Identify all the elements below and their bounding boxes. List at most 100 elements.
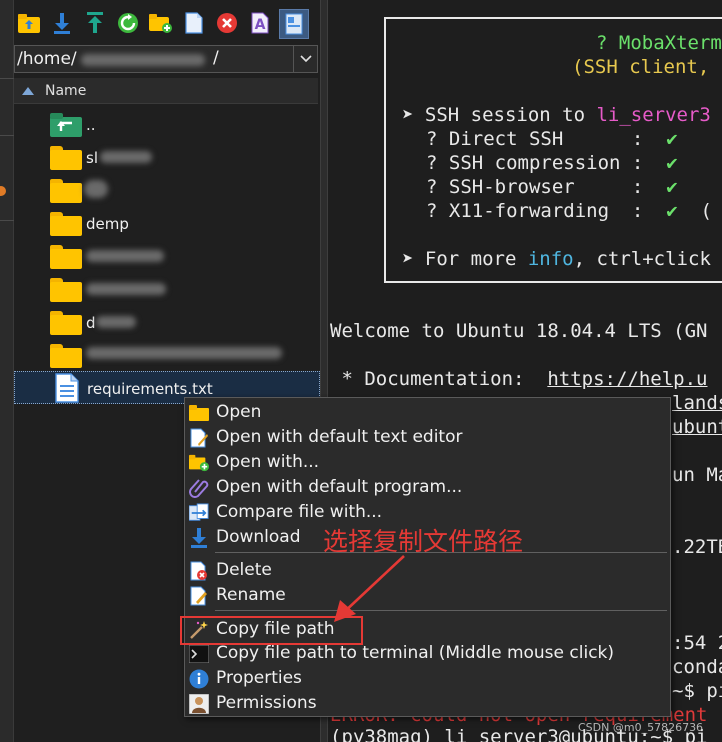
annotation-arrow <box>334 555 405 622</box>
conda-line: conda <box>672 656 722 678</box>
doc-label: * Documentation: <box>330 368 548 390</box>
support-link[interactable]: ubuntu <box>672 416 722 438</box>
menu-item-label: Open <box>216 402 262 422</box>
check-icon: ✔ <box>666 200 678 222</box>
folder-icon <box>50 276 82 302</box>
session-prefix: ➤ SSH session to <box>402 104 597 126</box>
file-name: demp <box>86 215 129 233</box>
menu-item-label: Delete <box>216 560 272 580</box>
parent-dir-icon[interactable] <box>17 10 41 36</box>
info-link[interactable]: info <box>528 248 574 270</box>
sysinfo-date: un Ma <box>672 464 722 486</box>
file-row[interactable]: sl <box>14 141 320 174</box>
menu-item-label: Open with default program... <box>216 477 463 497</box>
menu-item-permissions[interactable]: Permissions <box>185 691 670 716</box>
path-dropdown-button[interactable] <box>293 46 317 72</box>
annotation-highlight-box <box>180 616 363 645</box>
menu-item-label: Copy file path to terminal (Middle mouse… <box>216 643 615 663</box>
watermark: CSDN @m0_57826736 <box>578 721 704 734</box>
parent-folder-icon <box>50 111 82 141</box>
properties-icon[interactable] <box>279 9 309 39</box>
menu-item-label: Properties <box>216 668 302 688</box>
welcome-line: Welcome to Ubuntu 18.04.4 LTS (GN <box>330 320 708 342</box>
option-ssh-browser: ? SSH-browser : ✔ <box>426 176 678 198</box>
sftp-toolbar: A <box>14 6 320 40</box>
menu-item-open[interactable]: Open <box>185 400 670 425</box>
file-name: sl <box>86 149 98 167</box>
chevron-down-icon <box>299 55 312 63</box>
more-prefix: ➤ For more <box>402 248 528 270</box>
redaction-blur <box>96 316 136 328</box>
option-x11-forwarding: ? X11-forwarding : ✔ ( <box>426 200 712 222</box>
file-name: requirements.txt <box>87 380 213 398</box>
name-column-header[interactable]: Name <box>14 78 318 104</box>
menu-item-open-text-editor[interactable]: Open with default text editor <box>185 425 670 450</box>
file-row[interactable] <box>14 174 320 207</box>
doc-link[interactable]: https://help.u <box>547 368 707 390</box>
redaction-blur <box>84 180 108 198</box>
download-icon[interactable] <box>50 10 74 36</box>
menu-item-label: Open with... <box>216 452 320 472</box>
upload-icon[interactable] <box>83 10 107 36</box>
file-row[interactable] <box>14 339 320 372</box>
info-icon <box>189 669 209 689</box>
menu-item-rename[interactable]: Rename <box>185 583 670 608</box>
rename-icon[interactable]: A <box>248 10 272 36</box>
redaction-blur <box>100 151 152 163</box>
folder-icon <box>50 309 82 335</box>
more-suffix: , ctrl+click <box>573 248 711 270</box>
file-row[interactable]: demp <box>14 207 320 240</box>
open-with-icon <box>189 453 209 473</box>
svg-text:A: A <box>255 17 266 33</box>
sysinfo-disk: .22TB <box>672 536 722 558</box>
path-bar: / <box>14 45 318 73</box>
banner-title: ? MobaXterm <box>596 32 722 54</box>
redaction-blur <box>86 347 282 359</box>
menu-item-label: Open with default text editor <box>216 427 463 447</box>
option-direct-ssh: ? Direct SSH : ✔ <box>426 128 678 150</box>
menu-item-open-with[interactable]: Open with... <box>185 450 670 475</box>
menu-item-properties[interactable]: Properties <box>185 666 670 691</box>
delete-icon[interactable] <box>215 10 239 36</box>
menu-item-open-default-program[interactable]: Open with default program... <box>185 475 670 500</box>
sort-ascending-icon <box>22 86 34 95</box>
terminal-icon <box>189 644 209 664</box>
menu-item-label: Download <box>216 527 301 547</box>
menu-separator <box>215 610 667 611</box>
menu-item-delete[interactable]: Delete <box>185 558 670 583</box>
folder-icon <box>50 342 82 368</box>
folder-icon <box>50 243 82 269</box>
file-row[interactable] <box>14 273 320 306</box>
new-file-icon[interactable] <box>182 10 206 36</box>
path-tail: / <box>213 48 219 68</box>
option-label: ? Direct SSH : <box>426 128 667 150</box>
menu-item-label: Permissions <box>216 693 317 713</box>
option-tail: ( <box>677 200 712 222</box>
option-label: ? SSH-browser : <box>426 176 667 198</box>
option-label: ? X11-forwarding : <box>426 200 667 222</box>
check-icon: ✔ <box>666 128 678 150</box>
banner-subtitle: (SSH client, <box>572 56 710 78</box>
folder-icon <box>50 210 82 236</box>
download-icon <box>189 528 209 548</box>
management-link[interactable]: landsc <box>672 392 722 414</box>
menu-item-label: Rename <box>216 585 286 605</box>
file-name: .. <box>86 116 96 134</box>
redaction-blur <box>81 54 205 66</box>
redaction-blur <box>86 250 164 262</box>
new-folder-icon[interactable] <box>149 10 173 36</box>
refresh-icon[interactable] <box>116 10 140 36</box>
text-editor-icon <box>189 428 209 448</box>
rename-icon <box>189 586 209 606</box>
more-info-line: ➤ For more info, ctrl+click <box>402 248 711 270</box>
strip-divider <box>0 220 14 221</box>
text-file-icon <box>55 373 79 407</box>
file-row[interactable]: d <box>14 306 320 339</box>
file-row[interactable] <box>14 240 320 273</box>
last-login: :54 2 <box>672 632 722 654</box>
compare-icon <box>189 503 209 523</box>
strip-divider <box>0 78 14 79</box>
file-row-parent[interactable]: .. <box>14 108 320 141</box>
paperclip-icon <box>189 478 209 498</box>
check-icon: ✔ <box>666 152 678 174</box>
